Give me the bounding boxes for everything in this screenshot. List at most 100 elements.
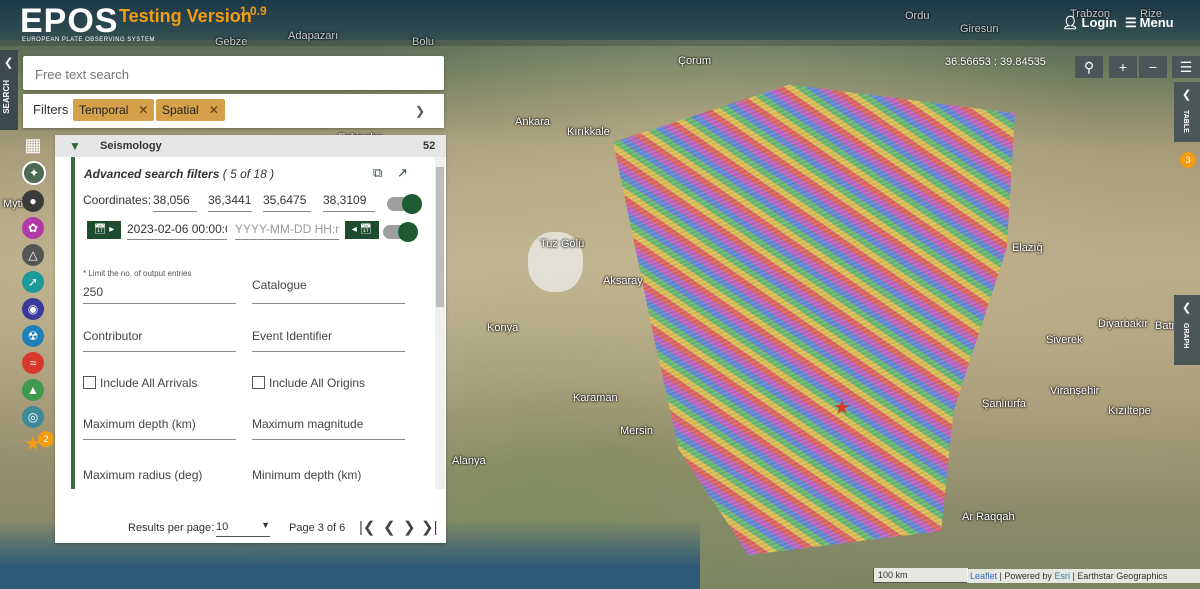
place-label: Elazığ (1012, 242, 1043, 254)
scrollbar-thumb[interactable] (436, 167, 444, 307)
include-arrivals-checkbox[interactable]: Include All Arrivals (83, 376, 197, 390)
next-page-icon[interactable]: ❯ (403, 518, 416, 536)
external-link-icon[interactable]: ↗ (397, 165, 408, 181)
login-label: Login (1081, 15, 1117, 30)
field-label: Maximum magnitude (252, 417, 364, 431)
calendar-end-button[interactable]: ◂ 📅︎ (345, 221, 379, 239)
limit-value: 250 (83, 285, 104, 299)
limit-output-field[interactable]: 250 (83, 281, 236, 304)
results-per-page-select[interactable]: 10 ▼ (216, 518, 270, 537)
table-tab-label: TABLE (1182, 110, 1189, 133)
satellite-icon[interactable]: ● (22, 190, 44, 212)
results-header[interactable]: ▼ Seismology 52 (55, 135, 446, 157)
search-input[interactable] (33, 58, 417, 90)
scrollbar[interactable] (435, 157, 445, 489)
last-page-icon[interactable]: ❯| (421, 518, 437, 536)
tsunami-icon[interactable]: ◉ (22, 298, 44, 320)
top-header: EPOS EUROPEAN PLATE OBSERVING SYSTEM Tes… (0, 0, 1200, 46)
include-origins-checkbox[interactable]: Include All Origins (252, 376, 365, 390)
map-attribution: Leaflet | Powered by Esri | Earthstar Ge… (967, 569, 1200, 583)
place-label: Ankara (515, 116, 550, 128)
advanced-filters-title: Advanced search filters ( 5 of 18 ) (84, 167, 275, 181)
scale-bar: 100 km (873, 568, 969, 583)
search-box (23, 56, 444, 90)
anthropogenic-icon[interactable]: ≈ (22, 352, 44, 374)
event-identifier-field[interactable]: Event Identifier (252, 325, 405, 352)
copy-icon[interactable]: ⧉ (373, 165, 382, 181)
results-panel: ▼ Seismology 52 Advanced search filters … (55, 135, 446, 543)
zoom-out-button[interactable]: − (1139, 56, 1167, 78)
user-icon: 👤︎ (1062, 15, 1079, 30)
pagination: Results per page: 10 ▼ Page 3 of 6 |❮ ❮ ❯… (55, 500, 446, 540)
max-depth-field[interactable]: Maximum depth (km) (83, 413, 236, 440)
contributor-field[interactable]: Contributor (83, 325, 236, 352)
filter-chip-temporal[interactable]: Temporal ✕ (73, 99, 155, 121)
chevron-down-icon[interactable]: ❯ (415, 104, 425, 118)
zoom-in-button[interactable]: + (1109, 56, 1137, 78)
filter-chip-spatial[interactable]: Spatial ✕ (156, 99, 225, 121)
graph-side-tab[interactable]: ❮ GRAPH (1174, 295, 1200, 365)
calendar-start-button[interactable]: 📅︎ ▸ (87, 221, 121, 239)
field-label: Contributor (83, 329, 143, 343)
favourites-icon[interactable]: ★ 2 (22, 431, 54, 455)
start-date-field[interactable]: 2023-02-06 00:00:0 (127, 219, 227, 240)
end-date-field[interactable]: YYYY-MM-DD HH:m (235, 219, 339, 240)
coordinates-label: Coordinates: (83, 193, 152, 207)
volcano-icon[interactable]: ✿ (22, 217, 44, 239)
field-label: Event Identifier (252, 329, 333, 343)
caret-down-icon: ▼ (261, 520, 270, 530)
place-label: Mersin (620, 425, 654, 437)
chevron-left-icon: ❮ (4, 57, 14, 69)
menu-label: Menu (1139, 15, 1174, 30)
place-label: Çorum (678, 55, 712, 67)
close-icon[interactable]: ✕ (209, 103, 219, 117)
field-label: Maximum depth (km) (83, 417, 196, 431)
place-label: Aksaray (603, 275, 643, 287)
menu-button[interactable]: ☰ Menu (1125, 15, 1174, 31)
table-side-tab[interactable]: ❮ TABLE (1174, 82, 1200, 142)
epos-logo[interactable]: EPOS (20, 2, 118, 41)
search-icon[interactable]: ⚲ (1075, 56, 1103, 78)
search-tab-label: SEARCH (2, 80, 11, 114)
advanced-filters-body: Advanced search filters ( 5 of 18 ) ⧉ ↗ … (71, 157, 431, 489)
graph-tab-label: GRAPH (1182, 323, 1189, 349)
close-icon[interactable]: ✕ (138, 103, 148, 117)
max-magnitude-field[interactable]: Maximum magnitude (252, 413, 405, 440)
min-depth-field[interactable]: Minimum depth (km) (252, 464, 405, 489)
first-page-icon[interactable]: |❮ (359, 518, 375, 536)
filters-label: Filters (33, 102, 69, 117)
testing-version-label: Testing Version (119, 6, 252, 26)
epicenter-star-icon[interactable]: ★ (833, 395, 851, 420)
coordinate-field[interactable]: 35,6475 (263, 193, 311, 212)
logo-subtitle: EUROPEAN PLATE OBSERVING SYSTEM (22, 37, 155, 43)
search-side-tab[interactable]: ❮ SEARCH (0, 50, 18, 130)
place-label: Ar Raqqah (962, 511, 1015, 523)
chevron-left-icon: ❮ (1182, 89, 1192, 101)
place-label: Siverek (1046, 334, 1083, 346)
field-label: Catalogue (252, 278, 307, 292)
esri-link[interactable]: Esri (1054, 571, 1070, 581)
leaflet-link[interactable]: Leaflet (970, 571, 997, 581)
filter-funnel-icon[interactable]: ▼ (69, 139, 81, 153)
grid-icon[interactable]: ▦ (22, 134, 44, 156)
place-label: Şanlıurfa (982, 398, 1027, 410)
prev-page-icon[interactable]: ❮ (383, 518, 396, 536)
dates-toggle[interactable] (383, 222, 418, 242)
seismology-icon[interactable]: ✦ (22, 161, 46, 185)
multi-icon[interactable]: ◎ (22, 406, 44, 428)
coordinates-toggle[interactable] (387, 194, 422, 214)
place-label: Viranşehir (1050, 385, 1100, 397)
magnetic-icon[interactable]: ➚ (22, 271, 44, 293)
geodesy-icon[interactable]: △ (22, 244, 44, 266)
lab-icon[interactable]: ☢ (22, 325, 44, 347)
coordinate-field[interactable]: 38,056 (153, 193, 197, 212)
layers-icon[interactable]: ☰ (1172, 56, 1200, 78)
max-radius-field[interactable]: Maximum radius (deg) (83, 464, 236, 489)
favourites-badge: 2 (38, 431, 54, 447)
limit-hint: * Limit the no. of output entries (83, 269, 192, 278)
geology-icon[interactable]: ▲ (22, 379, 44, 401)
catalogue-field[interactable]: Catalogue (252, 275, 405, 304)
coordinate-field[interactable]: 36,3441 (208, 193, 252, 212)
coordinate-field[interactable]: 38,3109 (323, 193, 375, 212)
login-button[interactable]: 👤︎ Login (1062, 15, 1117, 31)
